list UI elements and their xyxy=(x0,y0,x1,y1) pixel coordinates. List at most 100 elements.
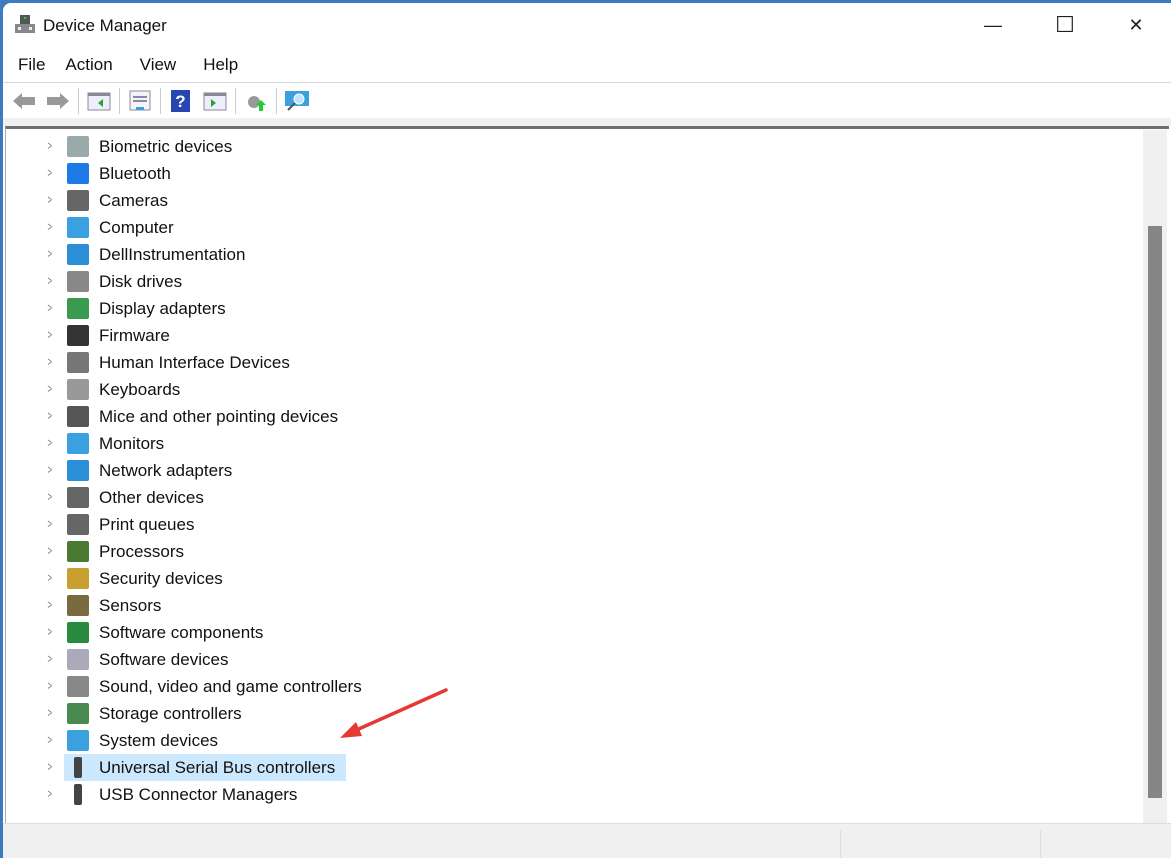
tree-item-monitors[interactable]: > Monitors xyxy=(6,430,606,457)
tree-item-human-interface-devices[interactable]: > Human Interface Devices xyxy=(6,349,606,376)
tree-item-disk-drives[interactable]: > Disk drives xyxy=(6,268,606,295)
tree-item-dellinstrumentation[interactable]: > DellInstrumentation xyxy=(6,241,606,268)
chevron-right-icon[interactable]: > xyxy=(48,435,53,450)
tree-item-computer[interactable]: > Computer xyxy=(6,214,606,241)
scrollbar-thumb[interactable] xyxy=(1148,226,1162,798)
chevron-right-icon[interactable]: > xyxy=(48,705,53,720)
maximize-button[interactable]: ☐ xyxy=(1030,3,1100,47)
show-hide-console-tree-icon[interactable] xyxy=(82,86,116,116)
bluetooth-icon xyxy=(67,163,89,184)
status-bar xyxy=(3,823,1171,858)
tree-item-label: Processors xyxy=(99,542,185,561)
chevron-right-icon[interactable]: > xyxy=(48,408,53,423)
tree-item-label: Print queues xyxy=(99,515,195,534)
chevron-right-icon[interactable]: > xyxy=(48,354,53,369)
tree-item-mice-and-other-pointing-devices[interactable]: > Mice and other pointing devices xyxy=(6,403,606,430)
display-adapter-icon xyxy=(67,298,89,319)
tree-item-label: Sound, video and game controllers xyxy=(99,677,362,696)
fingerprint-icon xyxy=(67,136,89,157)
close-button[interactable]: ✕ xyxy=(1101,3,1171,47)
tree-item-keyboards[interactable]: > Keyboards xyxy=(6,376,606,403)
vertical-scrollbar[interactable] xyxy=(1143,130,1167,823)
tree-item-label: System devices xyxy=(99,731,219,750)
toolbar-divider xyxy=(119,87,120,114)
chevron-right-icon[interactable]: > xyxy=(48,381,53,396)
menu-help[interactable]: Help xyxy=(188,51,250,81)
usb-icon xyxy=(74,757,82,778)
chevron-right-icon[interactable]: > xyxy=(48,219,53,234)
properties-icon[interactable] xyxy=(123,86,157,116)
system-devices-icon xyxy=(67,730,89,751)
tree-item-universal-serial-bus-controllers[interactable]: > Universal Serial Bus controllers xyxy=(6,754,606,781)
tree-item-network-adapters[interactable]: > Network adapters xyxy=(6,457,606,484)
tree-item-other-devices[interactable]: > Other devices xyxy=(6,484,606,511)
chevron-right-icon[interactable]: > xyxy=(48,165,53,180)
tree-item-software-devices[interactable]: > Software devices xyxy=(6,646,606,673)
tree-item-software-components[interactable]: > Software components xyxy=(6,619,606,646)
tree-item-firmware[interactable]: > Firmware xyxy=(6,322,606,349)
window-title: Device Manager xyxy=(43,16,167,35)
chevron-right-icon[interactable]: > xyxy=(48,246,53,261)
tree-item-label: Security devices xyxy=(99,569,223,588)
chevron-right-icon[interactable]: > xyxy=(48,570,53,585)
chevron-right-icon[interactable]: > xyxy=(48,786,53,801)
keyboard-icon xyxy=(67,379,89,400)
help-icon[interactable]: ? xyxy=(164,86,198,116)
processor-icon xyxy=(67,541,89,562)
scan-hardware-icon[interactable] xyxy=(280,86,314,116)
chevron-right-icon[interactable]: > xyxy=(48,624,53,639)
tree-item-sound-video-and-game-controllers[interactable]: > Sound, video and game controllers xyxy=(6,673,606,700)
tree-item-label: Mice and other pointing devices xyxy=(99,407,339,426)
unknown-device-icon xyxy=(67,487,89,508)
tree-item-security-devices[interactable]: > Security devices xyxy=(6,565,606,592)
update-driver-icon[interactable] xyxy=(239,86,273,116)
network-icon xyxy=(67,244,89,265)
chevron-right-icon[interactable]: > xyxy=(48,300,53,315)
toolbar-divider xyxy=(276,87,277,114)
chevron-right-icon[interactable]: > xyxy=(48,462,53,477)
tree-item-usb-connector-managers[interactable]: > USB Connector Managers xyxy=(6,781,606,808)
tree-item-sensors[interactable]: > Sensors xyxy=(6,592,606,619)
tree-item-display-adapters[interactable]: > Display adapters xyxy=(6,295,606,322)
hid-icon xyxy=(67,352,89,373)
tree-item-label: Universal Serial Bus controllers xyxy=(99,758,336,777)
back-icon[interactable] xyxy=(7,86,41,116)
chevron-right-icon[interactable]: > xyxy=(48,543,53,558)
menu-file[interactable]: File xyxy=(3,51,57,81)
chevron-right-icon[interactable]: > xyxy=(48,327,53,342)
forward-icon[interactable] xyxy=(41,86,75,116)
tree-item-bluetooth[interactable]: > Bluetooth xyxy=(6,160,606,187)
printer-icon xyxy=(67,514,89,535)
menu-view[interactable]: View xyxy=(125,51,189,81)
chevron-right-icon[interactable]: > xyxy=(48,273,53,288)
chevron-right-icon[interactable]: > xyxy=(48,192,53,207)
toolbar-divider xyxy=(160,87,161,114)
tree-item-cameras[interactable]: > Cameras xyxy=(6,187,606,214)
chevron-right-icon[interactable]: > xyxy=(48,489,53,504)
tree-item-processors[interactable]: > Processors xyxy=(6,538,606,565)
disk-icon xyxy=(67,271,89,292)
chevron-right-icon[interactable]: > xyxy=(48,678,53,693)
chevron-right-icon[interactable]: > xyxy=(48,138,53,153)
chevron-right-icon[interactable]: > xyxy=(48,597,53,612)
menu-action[interactable]: Action xyxy=(57,51,124,81)
show-action-pane-icon[interactable] xyxy=(198,86,232,116)
storage-controller-icon xyxy=(67,703,89,724)
tree-item-label: Other devices xyxy=(99,488,204,507)
tree-item-label: USB Connector Managers xyxy=(99,785,298,804)
chevron-right-icon[interactable]: > xyxy=(48,651,53,666)
camera-icon xyxy=(67,190,89,211)
tree-item-biometric-devices[interactable]: > Biometric devices xyxy=(6,133,606,160)
minimize-button[interactable]: — xyxy=(958,3,1028,47)
tree-item-label: Storage controllers xyxy=(99,704,242,723)
chevron-right-icon[interactable]: > xyxy=(48,516,53,531)
tree-item-label: Display adapters xyxy=(99,299,226,318)
tree-item-storage-controllers[interactable]: > Storage controllers xyxy=(6,700,606,727)
tree-item-system-devices[interactable]: > System devices xyxy=(6,727,606,754)
mouse-icon xyxy=(67,406,89,427)
tree-item-label: Bluetooth xyxy=(99,164,171,183)
tree-item-label: Sensors xyxy=(99,596,162,615)
chevron-right-icon[interactable]: > xyxy=(48,732,53,747)
tree-item-print-queues[interactable]: > Print queues xyxy=(6,511,606,538)
chevron-right-icon[interactable]: > xyxy=(48,759,53,774)
